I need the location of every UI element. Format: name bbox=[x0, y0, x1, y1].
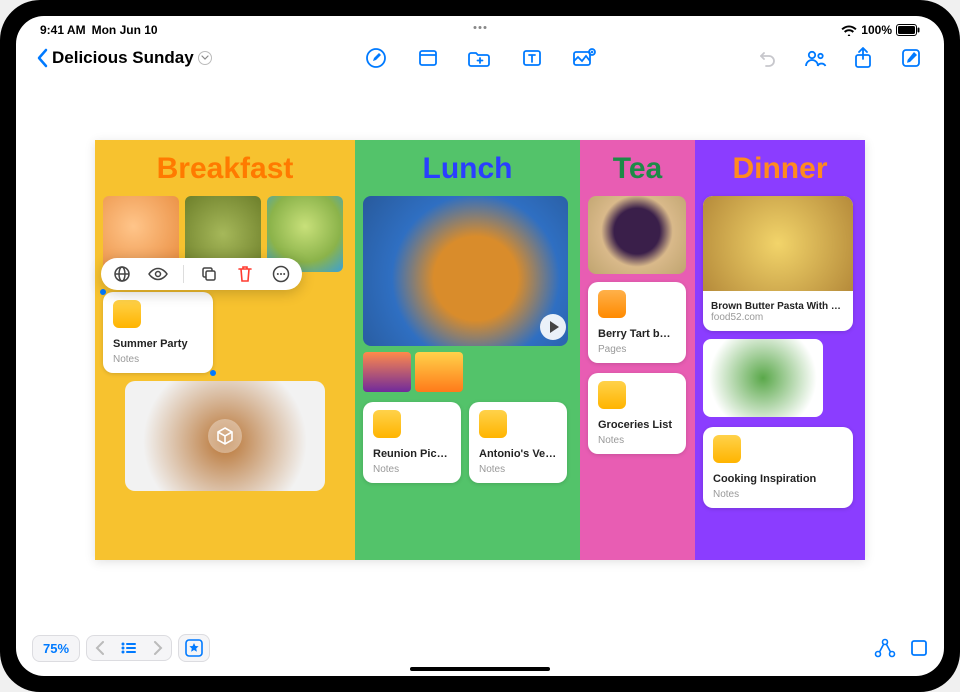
text-box-button[interactable] bbox=[519, 45, 545, 71]
scene-navigator bbox=[86, 635, 172, 661]
card-title: Reunion Picnic bbox=[373, 448, 451, 460]
video-lunch-plate[interactable] bbox=[363, 196, 568, 346]
card-berry-tart[interactable]: Berry Tart by Olivia Pages bbox=[588, 282, 686, 363]
freeform-canvas[interactable]: Breakfast bbox=[32, 80, 928, 620]
card-antonio-tacos[interactable]: Antonio's Vegan Tacos Notes bbox=[469, 402, 567, 483]
card-title: Cooking Inspiration bbox=[713, 473, 843, 485]
card-reunion-picnic[interactable]: Reunion Picnic Notes bbox=[363, 402, 461, 483]
heading-tea: Tea bbox=[588, 152, 687, 186]
card-subtitle: Notes bbox=[113, 354, 203, 365]
notes-app-icon bbox=[479, 410, 507, 438]
card-title: Summer Party bbox=[113, 338, 203, 350]
card-subtitle: Notes bbox=[598, 435, 676, 446]
heading-breakfast: Breakfast bbox=[103, 152, 347, 186]
status-bar: 9:41 AM Mon Jun 10 100% bbox=[16, 16, 944, 38]
card-summer-party[interactable]: Summer Party Notes bbox=[103, 292, 213, 373]
scene-list-button[interactable] bbox=[113, 637, 145, 659]
column-breakfast: Breakfast bbox=[95, 140, 355, 560]
selection-popover bbox=[101, 258, 302, 290]
card-subtitle: Pages bbox=[598, 344, 676, 355]
image-tart[interactable] bbox=[588, 196, 686, 274]
notes-app-icon bbox=[113, 300, 141, 328]
zoom-level-button[interactable]: 75% bbox=[32, 635, 80, 662]
card-cooking-inspiration[interactable]: Cooking Inspiration Notes bbox=[703, 427, 853, 508]
card-groceries[interactable]: Groceries List Notes bbox=[588, 373, 686, 454]
column-lunch: Lunch Reunion Picnic Notes bbox=[355, 140, 580, 560]
image-salad[interactable] bbox=[703, 339, 823, 417]
battery-percent: 100% bbox=[861, 23, 892, 37]
battery-icon bbox=[896, 24, 920, 36]
popover-more-icon[interactable] bbox=[270, 263, 292, 285]
notes-app-icon bbox=[713, 435, 741, 463]
chevron-left-icon bbox=[36, 48, 48, 68]
card-subtitle: Notes bbox=[479, 464, 557, 475]
next-scene-button[interactable] bbox=[145, 636, 171, 660]
notes-app-icon bbox=[373, 410, 401, 438]
undo-button[interactable] bbox=[754, 45, 780, 71]
column-dinner: Dinner Brown Butter Pasta With But… food… bbox=[695, 140, 865, 560]
add-file-button[interactable] bbox=[467, 45, 493, 71]
image-pasta bbox=[703, 196, 853, 291]
status-date: Mon Jun 10 bbox=[92, 23, 158, 37]
heading-lunch: Lunch bbox=[363, 152, 572, 186]
notes-app-icon bbox=[598, 381, 626, 409]
popover-link-icon[interactable] bbox=[111, 263, 133, 285]
column-tea: Tea Berry Tart by Olivia Pages Groceries… bbox=[580, 140, 695, 560]
collaborate-button[interactable] bbox=[802, 45, 828, 71]
popover-duplicate-icon[interactable] bbox=[198, 263, 220, 285]
play-icon[interactable] bbox=[540, 314, 566, 340]
pages-app-icon bbox=[598, 290, 626, 318]
popover-preview-icon[interactable] bbox=[147, 263, 169, 285]
wifi-icon bbox=[841, 24, 857, 36]
board-title[interactable]: Delicious Sunday bbox=[52, 48, 212, 68]
card-subtitle: Notes bbox=[713, 489, 843, 500]
sticky-note-button[interactable] bbox=[415, 45, 441, 71]
add-media-button[interactable] bbox=[571, 45, 597, 71]
ar-badge-icon bbox=[208, 419, 242, 453]
back-button[interactable]: Delicious Sunday bbox=[36, 48, 212, 68]
image-flowers[interactable] bbox=[363, 352, 411, 392]
heading-dinner: Dinner bbox=[703, 152, 857, 186]
image-drinks[interactable] bbox=[415, 352, 463, 392]
app-toolbar: Delicious Sunday bbox=[16, 38, 944, 78]
home-indicator[interactable] bbox=[410, 667, 550, 671]
bottom-toolbar: 75% bbox=[32, 634, 928, 662]
card-title: Brown Butter Pasta With But… bbox=[711, 301, 845, 312]
graph-view-button[interactable] bbox=[874, 638, 896, 658]
share-button[interactable] bbox=[850, 45, 876, 71]
card-title: Berry Tart by Olivia bbox=[598, 328, 676, 340]
board: Breakfast bbox=[95, 140, 865, 560]
prev-scene-button[interactable] bbox=[87, 636, 113, 660]
card-title: Antonio's Vegan Tacos bbox=[479, 448, 557, 460]
compose-button[interactable] bbox=[898, 45, 924, 71]
status-time: 9:41 AM bbox=[40, 23, 86, 37]
favorites-button[interactable] bbox=[178, 634, 210, 662]
multitask-dots[interactable] bbox=[474, 26, 487, 29]
card-subtitle: food52.com bbox=[711, 312, 845, 323]
popover-delete-icon[interactable] bbox=[234, 263, 256, 285]
draw-tool-button[interactable] bbox=[363, 45, 389, 71]
card-title: Groceries List bbox=[598, 419, 676, 431]
card-subtitle: Notes bbox=[373, 464, 451, 475]
frame-view-button[interactable] bbox=[910, 639, 928, 657]
card-pasta-link[interactable]: Brown Butter Pasta With But… food52.com bbox=[703, 196, 853, 331]
chevron-down-icon bbox=[198, 51, 212, 65]
